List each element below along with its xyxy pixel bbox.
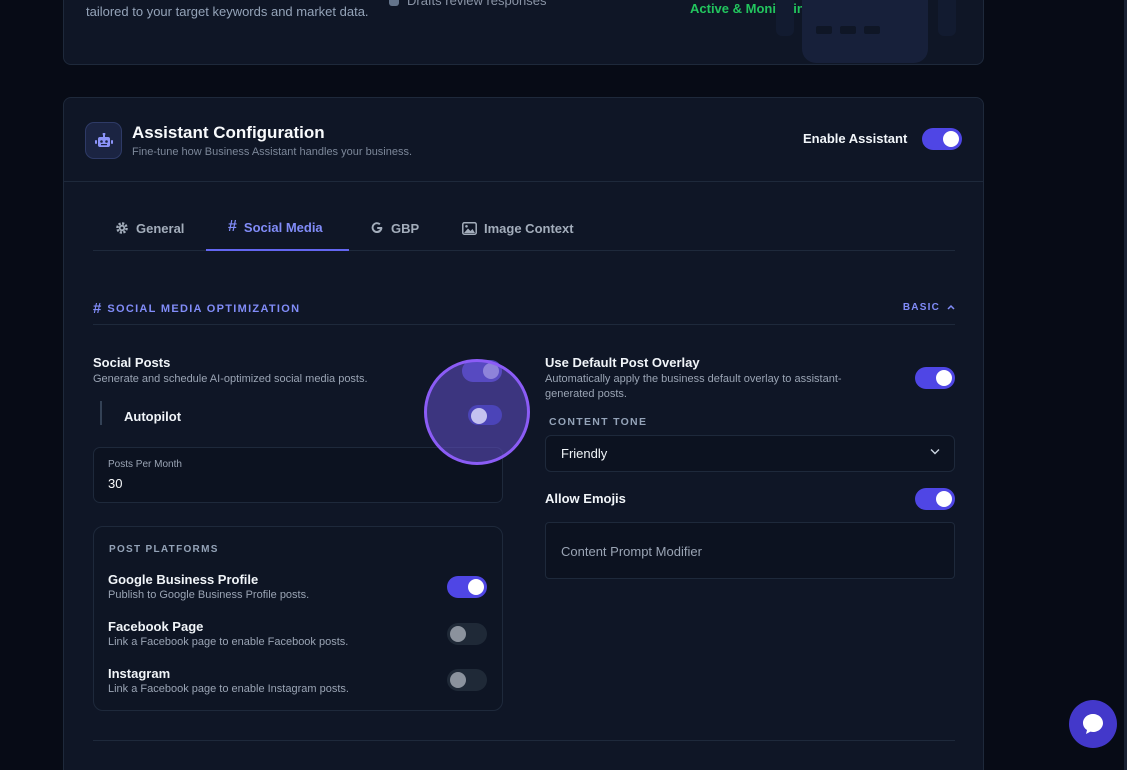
config-header: Assistant Configuration Fine-tune how Bu… [64,98,983,182]
enable-assistant-toggle[interactable] [922,128,962,150]
platform-facebook-toggle[interactable] [447,623,487,645]
content-tone-select[interactable]: Friendly [545,435,955,472]
platform-gbp-label: Google Business Profile [108,572,259,587]
assistant-status-card: tailored to your target keywords and mar… [63,0,984,65]
gear-icon [116,222,128,234]
default-overlay-label: Use Default Post Overlay [545,355,700,370]
tab-general-label: General [136,220,185,236]
drafts-feature: Drafts review responses [389,0,546,8]
posts-per-month-field[interactable]: Posts Per Month 30 [93,447,503,503]
default-overlay-toggle[interactable] [915,367,955,389]
config-title: Assistant Configuration [132,123,325,142]
platform-facebook-description: Link a Facebook page to enable Facebook … [108,636,349,648]
platform-instagram-toggle[interactable] [447,669,487,691]
platform-gbp-toggle[interactable] [447,576,487,598]
autopilot-toggle[interactable] [468,405,502,425]
config-tabs: General # Social Media GBP Image Context [93,205,955,251]
platform-instagram-label: Instagram [108,666,171,681]
allow-emojis-toggle[interactable] [915,488,955,510]
status-active-text: Active & Monitoring [690,1,813,16]
section-title-text: SOCIAL MEDIA OPTIMIZATION [107,302,301,315]
tab-image-context[interactable]: Image Context [462,205,574,251]
content-tone-value: Friendly [561,446,608,461]
posts-per-month-value: 30 [108,476,123,491]
chevron-down-icon [930,449,940,455]
allow-emojis-label: Allow Emojis [545,491,626,506]
status-description: tailored to your target keywords and mar… [86,4,369,19]
section-header: # SOCIAL MEDIA OPTIMIZATION BASIC [93,297,955,325]
social-posts-description: Generate and schedule AI-optimized socia… [93,373,368,385]
bot-icon [85,122,122,159]
image-icon [462,221,477,235]
hash-icon: # [93,300,102,317]
drafts-text: Drafts review responses [407,0,547,8]
enable-assistant-label: Enable Assistant [803,131,908,146]
tab-gbp-label: GBP [391,220,420,236]
chat-widget-button[interactable] [1069,700,1117,748]
post-platforms-panel: POST PLATFORMS Google Business Profile P… [93,526,503,711]
config-subtitle: Fine-tune how Business Assistant handles… [132,146,413,158]
platform-gbp-description: Publish to Google Business Profile posts… [108,589,310,601]
chevron-up-icon [947,304,955,310]
autopilot-label: Autopilot [124,409,182,424]
content-tone-label: CONTENT TONE [549,416,648,428]
basic-mode-toggle[interactable]: BASIC [903,302,955,313]
autopilot-indent [100,401,102,425]
tab-image-context-label: Image Context [484,220,574,236]
post-platforms-title: POST PLATFORMS [109,544,219,555]
posts-per-month-label: Posts Per Month [108,459,182,470]
tab-gbp[interactable]: GBP [370,205,419,251]
basic-mode-label: BASIC [902,302,941,313]
tab-social-media[interactable]: # Social Media [206,205,349,251]
chat-icon [1083,714,1103,734]
section-title: # SOCIAL MEDIA OPTIMIZATION [93,300,300,317]
social-posts-label: Social Posts [93,355,171,370]
check-icon [389,0,399,6]
tab-social-media-label: Social Media [243,219,323,235]
divider [93,740,955,741]
platform-instagram-description: Link a Facebook page to enable Instagram… [108,683,349,695]
google-icon [371,222,383,234]
tab-general[interactable]: General [115,205,184,251]
default-overlay-description: Automatically apply the business default… [545,373,842,400]
robot-illustration-icon [776,0,956,63]
content-prompt-modifier-input[interactable]: Content Prompt Modifier [545,522,955,579]
platform-facebook-label: Facebook Page [108,619,204,634]
hash-icon: # [228,218,237,235]
